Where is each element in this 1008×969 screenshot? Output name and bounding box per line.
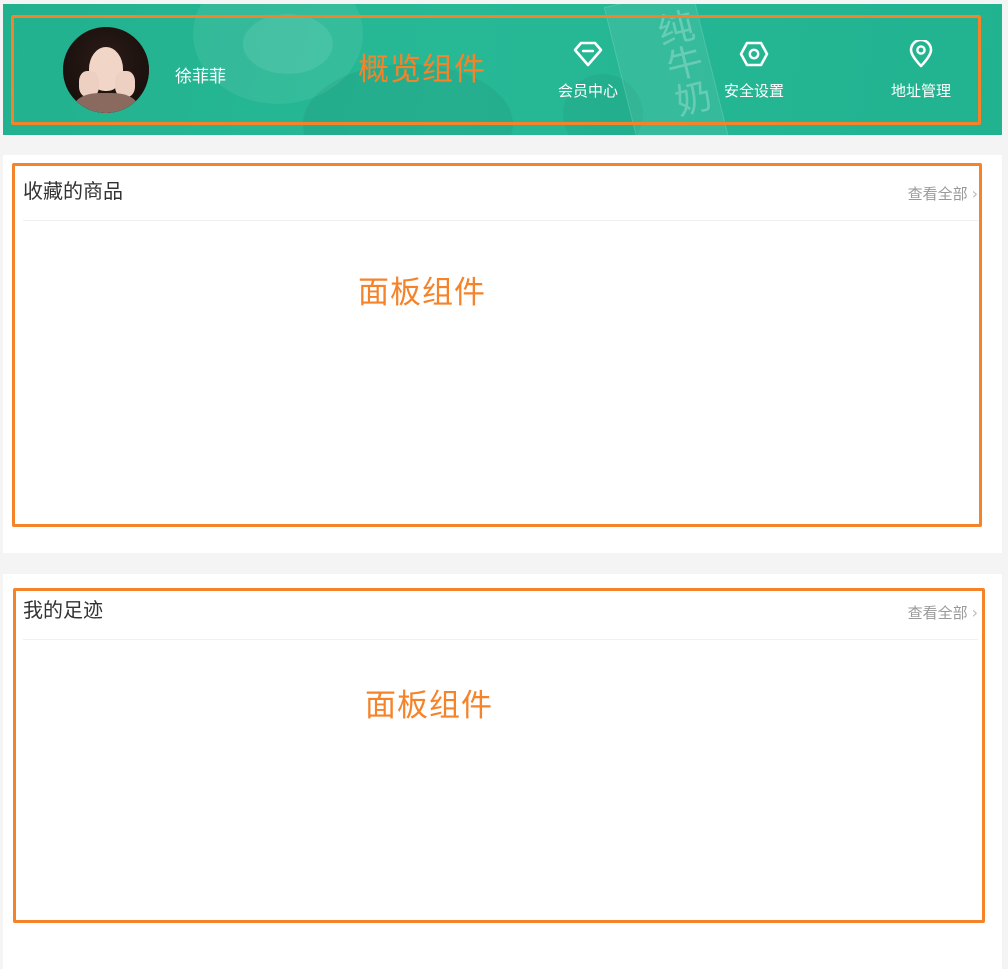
overview-annotation-label: 概览组件 (358, 52, 486, 88)
overview-annotation-box (11, 15, 981, 125)
panel-annotation-label: 面板组件 (358, 275, 486, 311)
panel-annotation-box (13, 588, 985, 923)
panel-annotation-label: 面板组件 (365, 688, 493, 724)
profile-page: 纯牛奶 徐菲菲 会员中心 安全设置 地址管理 收藏的商品 查看全部 › 我的足迹… (0, 0, 1008, 969)
panel-annotation-box (12, 163, 982, 527)
